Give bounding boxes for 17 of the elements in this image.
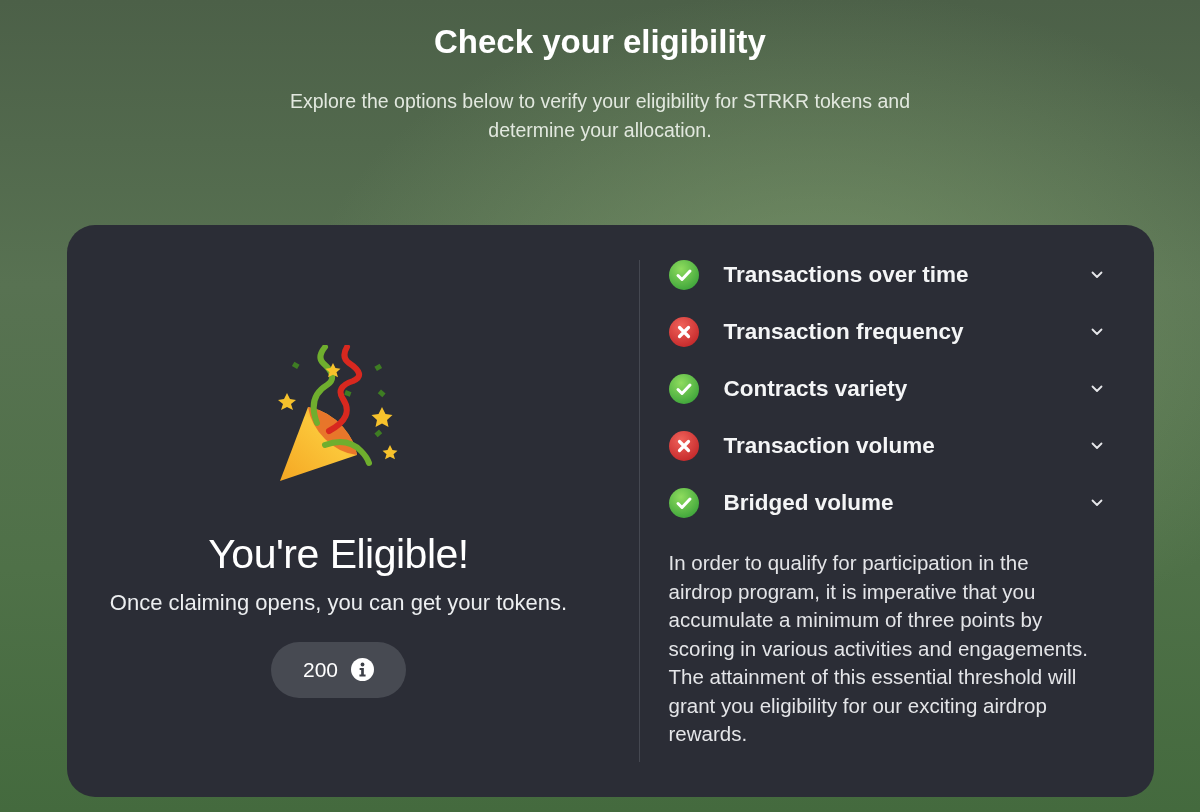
criterion-title[interactable]: Transaction volume [723,432,935,460]
info-icon[interactable] [351,658,374,681]
eligibility-heading: You're Eligible! [208,529,469,578]
requirements-paragraph: In order to qualify for participation in the airdrop program, it is imperative that you accumulate a minimum of three points by scoring in various activities and engagements. The attainment of this essential threshold will grant you eligibility for our exciting airdrop rewards. [668,550,1089,747]
page-title: Check your eligibility [434,22,766,62]
chevron-down-icon[interactable] [1090,499,1103,507]
criterion-title[interactable]: Transactions over time [723,261,969,289]
criterion-title[interactable]: Transaction frequency [723,318,964,346]
chevron-down-icon[interactable] [1090,271,1103,279]
eligibility-message: Once claiming opens, you can get your tokens. [109,588,568,617]
criterion-title[interactable]: Contracts variety [723,375,908,403]
allocation-amount: 200 [302,656,338,683]
chevron-down-icon[interactable] [1090,385,1103,393]
chevron-down-icon[interactable] [1090,442,1103,450]
page-subtitle: Explore the options below to verify your eligibility for STRKR tokens and determine your allocation. [289,89,911,143]
criterion-title[interactable]: Bridged volume [723,489,894,517]
chevron-down-icon[interactable] [1090,328,1103,336]
